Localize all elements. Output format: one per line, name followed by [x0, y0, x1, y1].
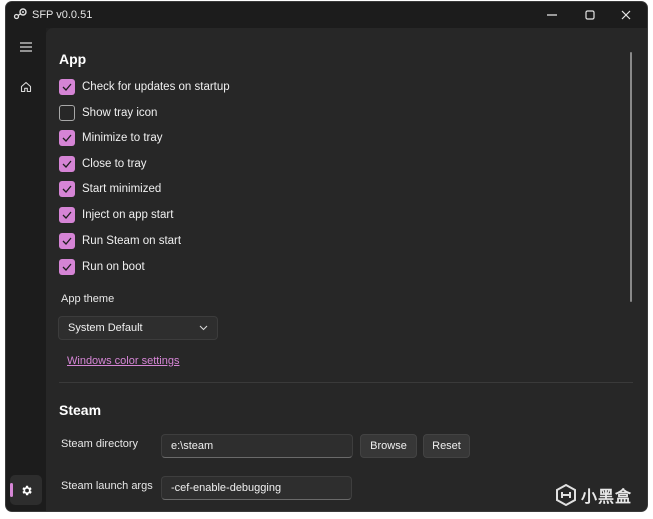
- checkbox-label: Check for updates on startup: [82, 81, 230, 93]
- home-icon: [20, 81, 32, 93]
- sidebar-item-settings[interactable]: [10, 475, 42, 505]
- checkmark-icon: [62, 211, 72, 219]
- steam-launch-args-input[interactable]: -cef-enable-debugging: [161, 476, 352, 500]
- checkbox-label: Start minimized: [82, 183, 162, 195]
- gear-icon: [21, 485, 32, 495]
- close-icon: [621, 10, 631, 20]
- checkmark-icon: [62, 160, 72, 168]
- checkbox-row-close-to-tray[interactable]: Close to tray: [59, 155, 147, 173]
- settings-page: App Check for updates on startup Show tr…: [46, 28, 647, 511]
- checkmark-icon: [62, 263, 72, 271]
- checkbox[interactable]: [59, 105, 75, 121]
- watermark-logo-icon: [556, 484, 576, 506]
- checkbox[interactable]: [59, 130, 75, 146]
- checkbox[interactable]: [59, 156, 75, 172]
- checkbox-label: Run Steam on start: [82, 235, 182, 247]
- checkmark-icon: [62, 83, 72, 91]
- window-title: SFP v0.0.51: [32, 9, 93, 21]
- checkbox-label: Inject on app start: [82, 209, 174, 221]
- close-button[interactable]: [609, 2, 643, 28]
- active-indicator: [10, 483, 13, 497]
- reset-button[interactable]: Reset: [423, 434, 470, 458]
- checkbox[interactable]: [59, 181, 75, 197]
- checkbox-row-minimize-to-tray[interactable]: Minimize to tray: [59, 129, 163, 147]
- checkbox-row-check-updates[interactable]: Check for updates on startup: [59, 78, 230, 96]
- steam-section-title: Steam: [59, 402, 102, 418]
- steam-launch-args-label: Steam launch args: [61, 480, 153, 492]
- sidebar: [6, 28, 46, 511]
- checkmark-icon: [62, 185, 72, 193]
- menu-toggle-button[interactable]: [10, 32, 42, 62]
- steam-directory-input[interactable]: e:\steam: [161, 434, 353, 458]
- watermark-text: 小黑盒: [581, 489, 633, 506]
- minimize-button[interactable]: [535, 2, 569, 28]
- steam-directory-value: e:\steam: [171, 440, 214, 452]
- checkbox-label: Show tray icon: [82, 107, 158, 119]
- checkbox-row-start-minimized[interactable]: Start minimized: [59, 180, 161, 198]
- steam-directory-label: Steam directory: [61, 438, 139, 450]
- checkbox[interactable]: [59, 207, 75, 223]
- checkmark-icon: [62, 134, 72, 142]
- checkbox-label: Minimize to tray: [82, 132, 163, 144]
- watermark: 小黑盒: [555, 483, 632, 507]
- section-divider: [59, 382, 633, 383]
- maximize-button[interactable]: [573, 2, 607, 28]
- sidebar-item-home[interactable]: [10, 72, 42, 102]
- app-section-title: App: [59, 51, 87, 67]
- windows-color-settings-link[interactable]: Windows color settings: [67, 355, 180, 367]
- app-logo-icon: [13, 8, 27, 20]
- checkbox-row-run-on-boot[interactable]: Run on boot: [59, 258, 145, 276]
- app-window: SFP v0.0.51 App Check for updates on sta…: [6, 2, 647, 511]
- checkbox[interactable]: [59, 79, 75, 95]
- hamburger-menu-icon: [20, 42, 32, 52]
- app-theme-label: App theme: [61, 293, 115, 305]
- app-theme-value: System Default: [68, 322, 143, 334]
- chevron-down-icon: [199, 325, 208, 331]
- checkbox-label: Close to tray: [82, 158, 147, 170]
- title-bar[interactable]: SFP v0.0.51: [6, 2, 647, 28]
- checkbox-row-show-tray-icon[interactable]: Show tray icon: [59, 104, 157, 122]
- scrollbar[interactable]: [630, 52, 632, 302]
- checkbox[interactable]: [59, 259, 75, 275]
- browse-button[interactable]: Browse: [360, 434, 417, 458]
- checkmark-icon: [62, 237, 72, 245]
- app-theme-dropdown[interactable]: System Default: [58, 316, 218, 340]
- steam-launch-args-value: -cef-enable-debugging: [171, 482, 282, 494]
- maximize-icon: [585, 10, 595, 20]
- checkbox[interactable]: [59, 233, 75, 249]
- minimize-icon: [547, 14, 557, 16]
- checkbox-row-run-steam[interactable]: Run Steam on start: [59, 232, 181, 250]
- checkbox-row-inject-on-start[interactable]: Inject on app start: [59, 206, 173, 224]
- checkbox-label: Run on boot: [82, 261, 145, 273]
